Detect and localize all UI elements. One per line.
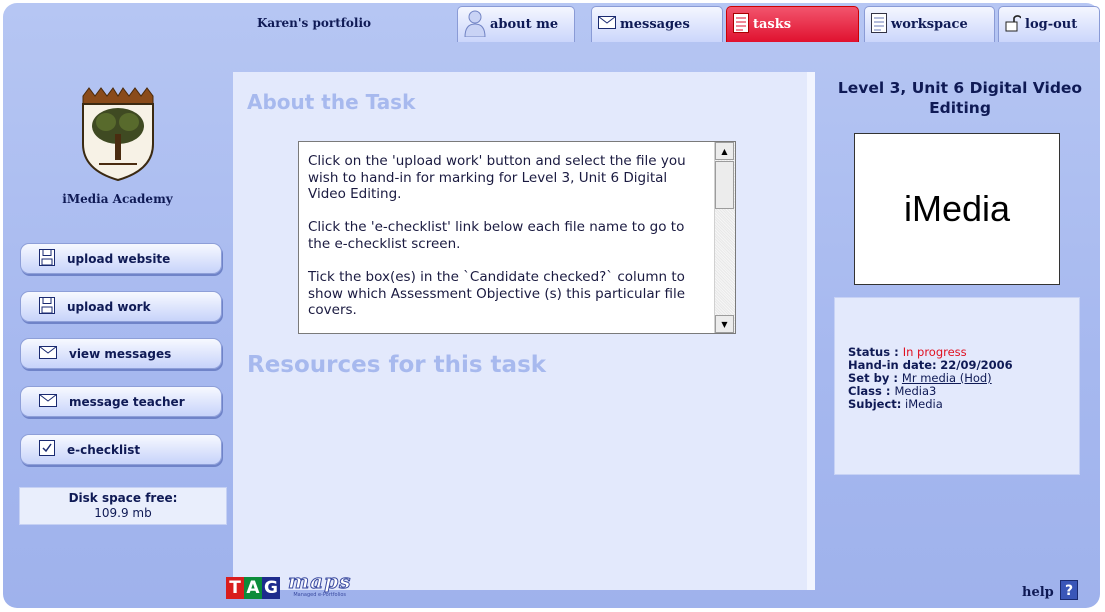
portfolio-title: Karen's portfolio [257, 16, 372, 30]
task-description-text: Click on the 'upload work' button and se… [308, 153, 686, 319]
academy-crest-logo [79, 84, 157, 186]
disk-space-label: Disk space free: [68, 491, 178, 505]
tab-label: log-out [1025, 17, 1078, 32]
tab-workspace[interactable]: workspace [864, 6, 995, 42]
envelope-icon [39, 345, 57, 362]
scroll-up-arrow-icon[interactable]: ▲ [715, 142, 734, 160]
class-value: Media3 [894, 384, 937, 398]
tab-label: workspace [891, 17, 968, 32]
disk-space-value: 109.9 mb [94, 506, 152, 520]
class-label: Class [848, 384, 882, 398]
button-label: e-checklist [67, 442, 141, 457]
subject-row: Subject: iMedia [848, 398, 1079, 411]
unit-title: Level 3, Unit 6 Digital Video Editing [837, 79, 1083, 117]
scrollbar-thumb[interactable] [715, 161, 734, 209]
school-name: iMedia Academy [62, 192, 173, 206]
view-messages-button[interactable]: view messages [20, 338, 222, 369]
maps-tagline: Managed e-Portfolios [293, 592, 347, 598]
upload-website-button[interactable]: upload website [20, 243, 222, 274]
handin-value: 22/09/2006 [940, 358, 1013, 372]
about-task-heading: About the Task [247, 90, 416, 114]
scroll-down-arrow-icon[interactable]: ▼ [715, 315, 734, 333]
tab-about-me[interactable]: about me [457, 6, 575, 42]
tag-logo: TAG [226, 577, 280, 599]
task-info-panel: Status : In progress Hand-in date: 22/09… [834, 297, 1080, 475]
tag-letter: G [262, 577, 280, 599]
workspace-icon [871, 12, 887, 37]
envelope-icon [39, 393, 57, 410]
tab-log-out[interactable]: log-out [998, 6, 1100, 42]
tab-label: about me [490, 17, 559, 32]
subject-label: Subject: [848, 397, 902, 411]
svg-text:?: ? [1065, 583, 1073, 599]
help-icon: ? [1059, 580, 1078, 604]
setby-link[interactable]: Mr media (Hod) [902, 371, 992, 385]
status-value: In progress [902, 345, 967, 359]
tab-label: messages [620, 17, 690, 32]
setby-label: Set by [848, 371, 890, 385]
padlock-icon [1005, 14, 1022, 36]
task-list-icon [733, 12, 749, 37]
button-label: view messages [69, 346, 172, 361]
tab-messages[interactable]: messages [591, 6, 723, 42]
checkbox-icon [39, 440, 55, 459]
floppy-disk-icon [39, 296, 55, 317]
imedia-image: iMedia [854, 133, 1060, 285]
tab-label: tasks [753, 17, 792, 32]
floppy-disk-icon [39, 248, 55, 269]
person-icon [464, 9, 486, 41]
tag-letter: A [244, 577, 262, 599]
tag-letter: T [226, 577, 244, 599]
e-checklist-button[interactable]: e-checklist [20, 434, 222, 465]
vertical-scrollbar[interactable]: ▲ ▼ [714, 142, 735, 333]
resources-heading: Resources for this task [247, 352, 547, 378]
status-label: Status [848, 345, 891, 359]
task-description-textbox[interactable]: Click on the 'upload work' button and se… [298, 141, 736, 334]
button-label: message teacher [69, 394, 185, 409]
maps-logo: maps Managed e-Portfolios [287, 569, 352, 602]
button-label: upload work [67, 299, 151, 314]
handin-label: Hand-in date: [848, 358, 937, 372]
subject-value: iMedia [905, 397, 943, 411]
help-label: help [1022, 584, 1054, 600]
upload-work-button[interactable]: upload work [20, 291, 222, 322]
button-label: upload website [67, 251, 171, 266]
help-button[interactable]: help ? [1022, 580, 1078, 604]
tab-tasks[interactable]: tasks [726, 6, 859, 42]
envelope-icon [598, 16, 616, 33]
maps-logo-text: maps [287, 569, 352, 593]
footer-logos: TAG maps Managed e-Portfolios [226, 569, 352, 602]
message-teacher-button[interactable]: message teacher [20, 386, 222, 417]
disk-space-panel: Disk space free: 109.9 mb [19, 487, 227, 525]
